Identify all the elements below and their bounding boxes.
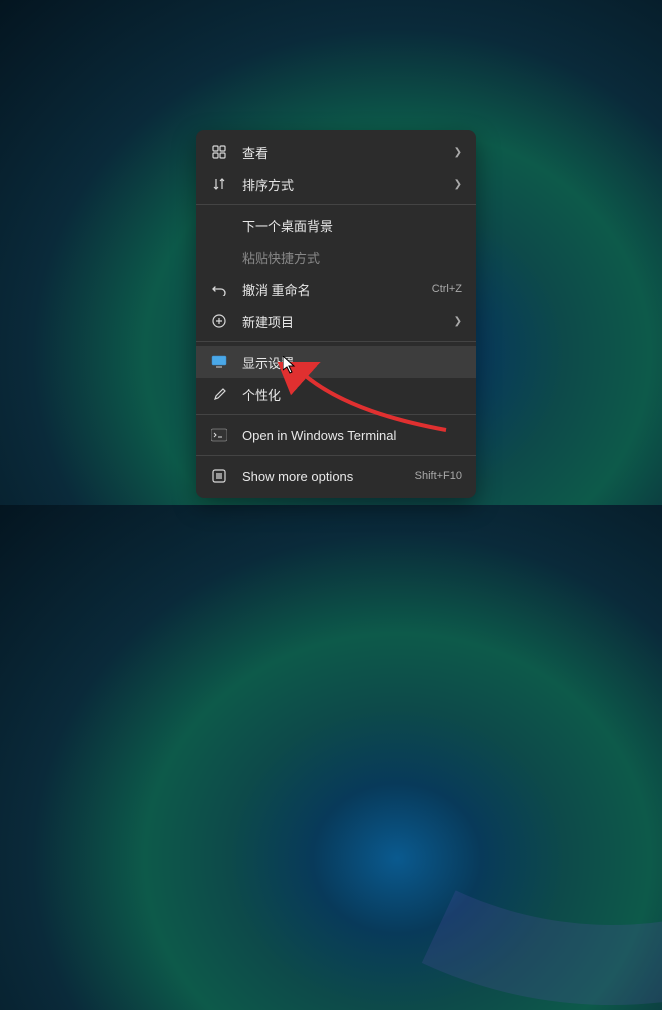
menu-divider — [196, 341, 476, 342]
chevron-right-icon: ❯ — [454, 179, 462, 190]
menu-divider — [196, 204, 476, 205]
chevron-right-icon: ❯ — [454, 316, 462, 327]
menu-shortcut: Shift+F10 — [415, 470, 462, 482]
menu-item-new[interactable]: 新建项目 ❯ — [196, 305, 476, 337]
more-options-icon — [210, 467, 228, 485]
menu-label: 查看 — [242, 143, 454, 162]
chevron-right-icon: ❯ — [454, 147, 462, 158]
annotation-arrow — [126, 362, 456, 462]
menu-label: 撤消 重命名 — [242, 280, 424, 299]
menu-item-sort[interactable]: 排序方式 ❯ — [196, 168, 476, 200]
menu-item-undo-rename[interactable]: 撤消 重命名 Ctrl+Z — [196, 273, 476, 305]
menu-item-view[interactable]: 查看 ❯ — [196, 136, 476, 168]
plus-circle-icon — [210, 312, 228, 330]
menu-item-next-background[interactable]: 下一个桌面背景 — [196, 209, 476, 241]
menu-label: Show more options — [242, 469, 407, 484]
blank-icon — [210, 248, 228, 266]
grid-icon — [210, 143, 228, 161]
sort-icon — [210, 175, 228, 193]
undo-icon — [210, 280, 228, 298]
menu-shortcut: Ctrl+Z — [432, 283, 462, 295]
menu-item-more-options[interactable]: Show more options Shift+F10 — [196, 460, 476, 492]
menu-label: 粘贴快捷方式 — [242, 248, 462, 267]
menu-label: 新建项目 — [242, 312, 454, 331]
mouse-cursor — [283, 356, 297, 374]
menu-label: 下一个桌面背景 — [242, 216, 462, 235]
blank-icon — [210, 216, 228, 234]
menu-item-paste-shortcut: 粘贴快捷方式 — [196, 241, 476, 273]
menu-label: 排序方式 — [242, 175, 454, 194]
